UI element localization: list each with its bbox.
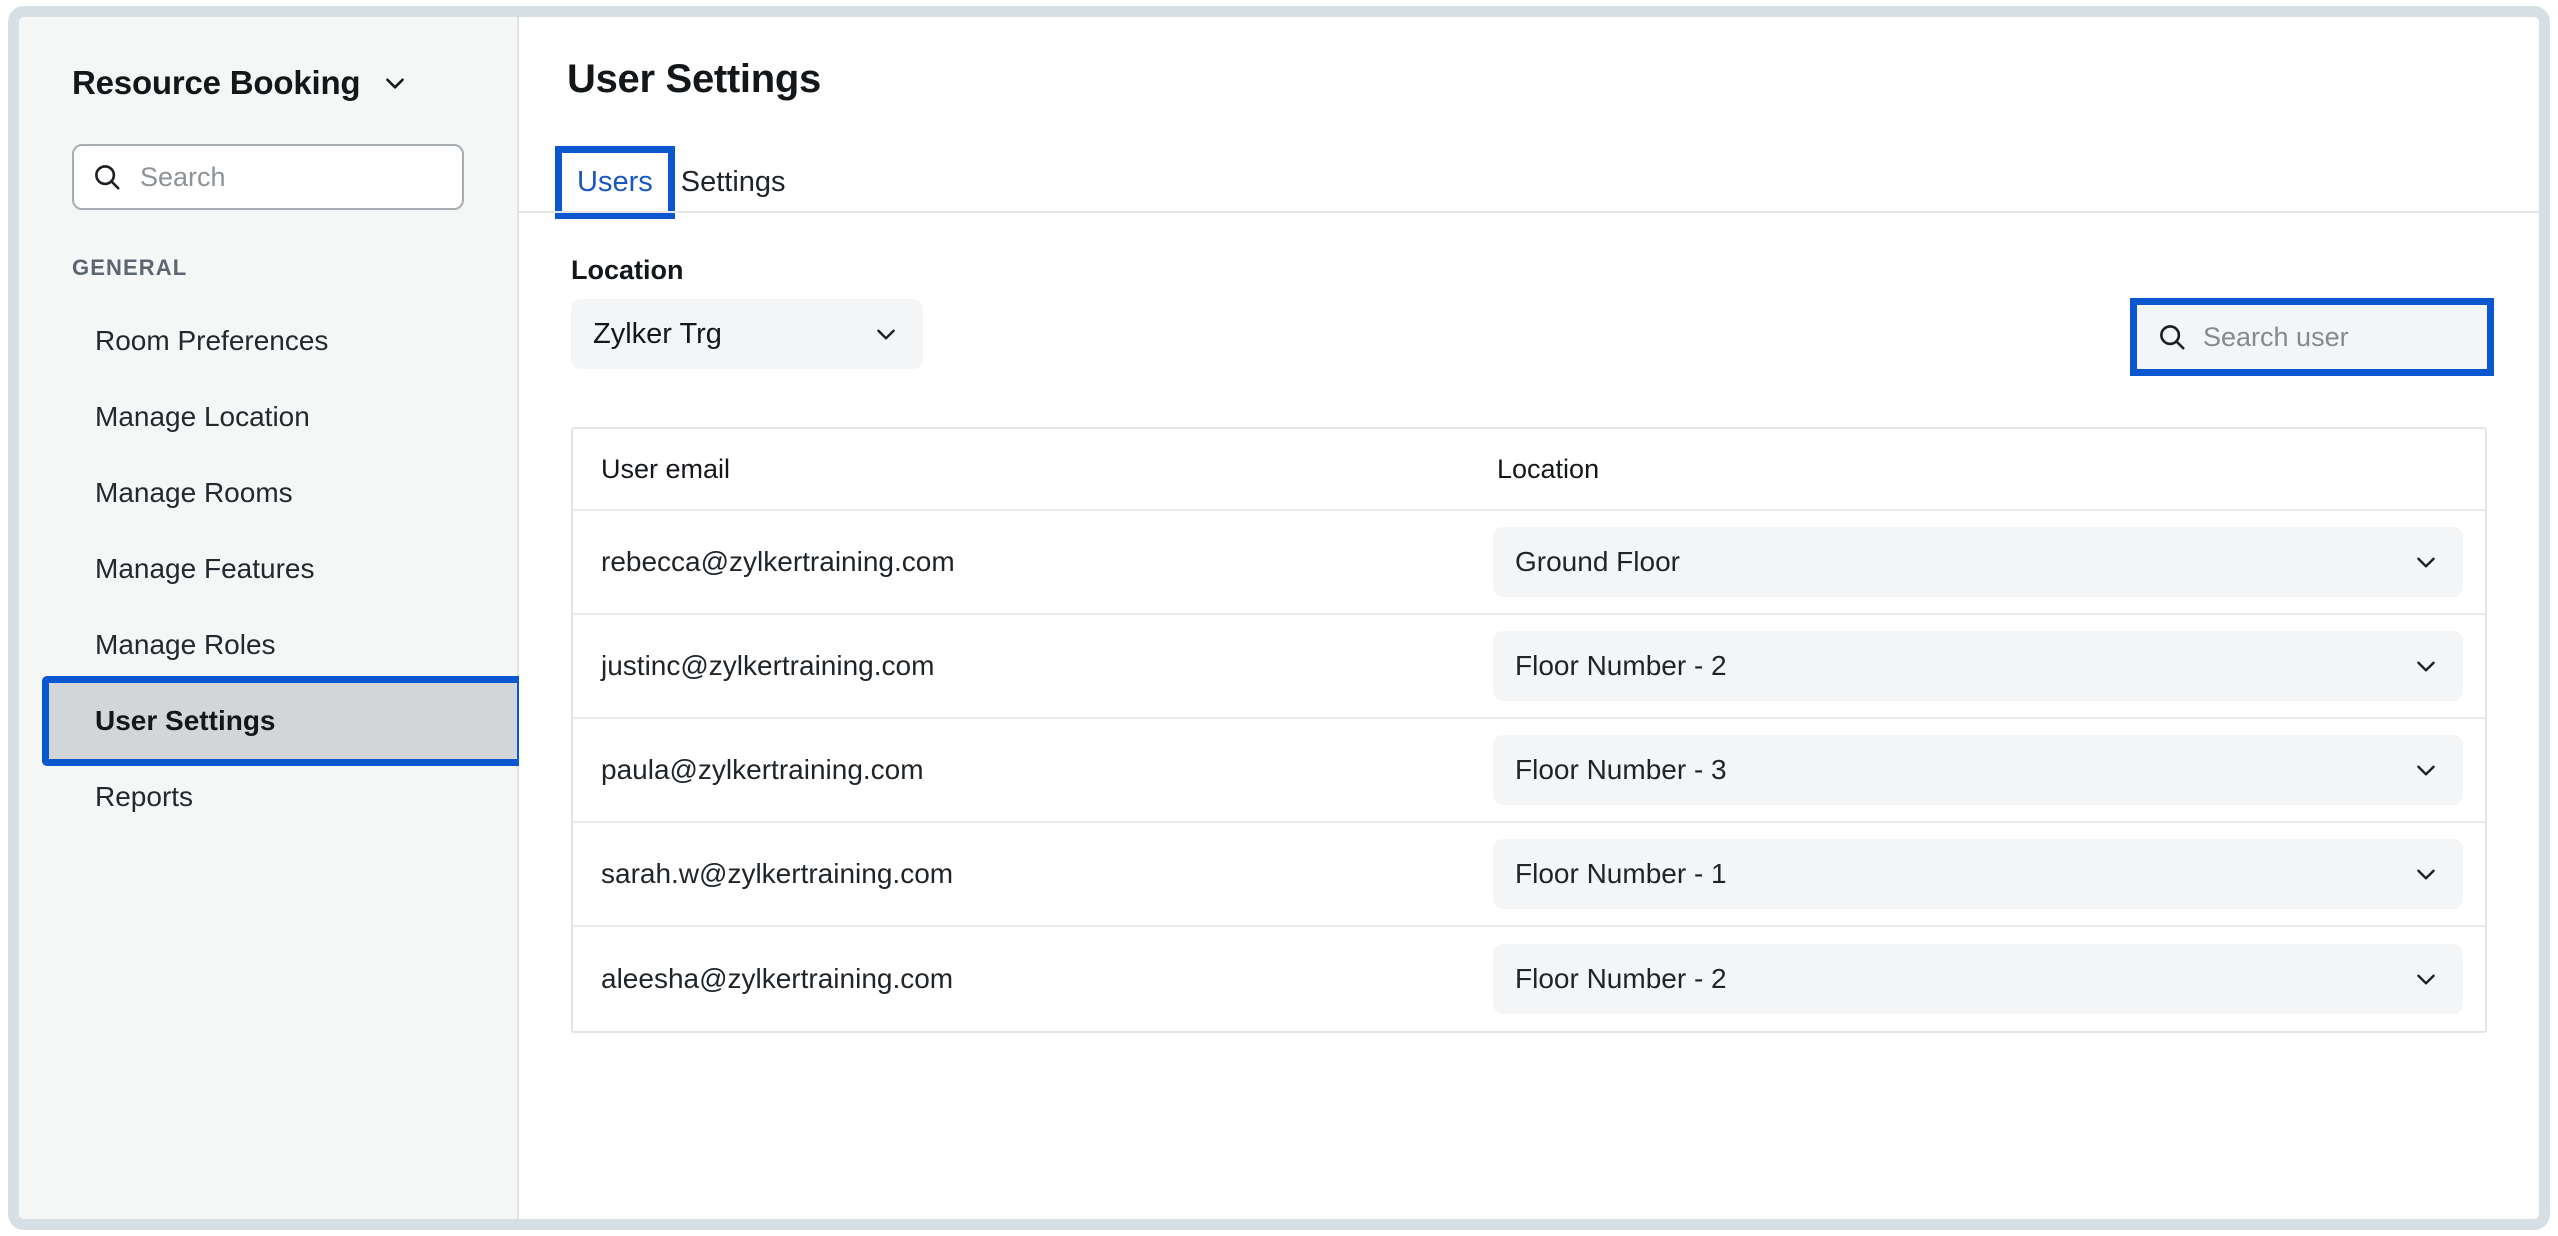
cell-user-email: rebecca@zylkertraining.com [601, 546, 955, 577]
row-location-select[interactable]: Floor Number - 3 [1493, 735, 2463, 805]
row-location-value: Floor Number - 2 [1515, 963, 1727, 994]
sidebar-item-reports[interactable]: Reports [19, 759, 517, 835]
cell-user-email: paula@zylkertraining.com [601, 754, 924, 785]
controls-row: Location Zylker Trg Search user [519, 255, 2539, 376]
row-location-select[interactable]: Floor Number - 2 [1493, 944, 2463, 1014]
chevron-down-icon [2413, 653, 2439, 679]
cell-location: Floor Number - 2 [1493, 944, 2485, 1014]
chevron-down-icon [873, 321, 899, 347]
cell-location: Floor Number - 1 [1493, 839, 2485, 909]
cell-location: Ground Floor [1493, 527, 2485, 597]
sidebar-item-room-preferences[interactable]: Room Preferences [19, 303, 517, 379]
search-icon [2157, 322, 2187, 352]
row-location-value: Floor Number - 1 [1515, 858, 1727, 889]
column-header-location: Location [1497, 453, 1600, 484]
column-header-user-email: User email [601, 453, 731, 484]
chevron-down-icon [2413, 966, 2439, 992]
table-row: justinc@zylkertraining.com Floor Number … [573, 615, 2485, 719]
sidebar-item-label: Manage Roles [95, 629, 276, 660]
table-row: rebecca@zylkertraining.com Ground Floor [573, 511, 2485, 615]
user-search-input[interactable]: Search user [2137, 305, 2487, 369]
table-header-row: User email Location [573, 429, 2485, 511]
page-title: User Settings [567, 57, 821, 101]
sidebar-nav: Room Preferences Manage Location Manage … [19, 303, 524, 835]
sidebar-item-label: Reports [95, 781, 194, 812]
cell-user-email: aleesha@zylkertraining.com [601, 963, 954, 994]
application-body: Resource Booking Search GENERAL Room Pre… [19, 17, 2539, 1219]
chevron-down-icon [2413, 861, 2439, 887]
sidebar-item-user-settings[interactable]: User Settings [42, 676, 524, 766]
sidebar-item-label: Room Preferences [95, 325, 329, 356]
sidebar-item-manage-features[interactable]: Manage Features [19, 531, 517, 607]
user-search-placeholder: Search user [2203, 321, 2349, 352]
table-row: aleesha@zylkertraining.com Floor Number … [573, 927, 2485, 1031]
tab-bar: Users Settings [519, 146, 2539, 219]
brand-title: Resource Booking [72, 64, 361, 101]
chevron-down-icon[interactable] [382, 70, 408, 96]
tab-users[interactable]: Users [555, 146, 675, 219]
tab-label: Users [577, 166, 653, 198]
users-table: User email Location rebecca@zylkertraini… [571, 427, 2487, 1033]
location-filter-group: Location Zylker Trg [571, 255, 923, 369]
row-location-select[interactable]: Floor Number - 1 [1493, 839, 2463, 909]
search-icon [92, 162, 122, 192]
row-location-value: Floor Number - 3 [1515, 754, 1727, 785]
cell-location: Floor Number - 3 [1493, 735, 2485, 805]
location-filter-select[interactable]: Zylker Trg [571, 299, 923, 369]
user-search-container: Search user [2130, 298, 2494, 376]
location-filter-label: Location [571, 255, 684, 285]
row-location-select[interactable]: Ground Floor [1493, 527, 2463, 597]
sidebar-item-label: Manage Rooms [95, 477, 293, 508]
main-content: User Settings Users Settings Location Zy… [519, 17, 2539, 1219]
chevron-down-icon [2413, 549, 2439, 575]
sidebar-item-label: Manage Features [95, 553, 315, 584]
sidebar-search-placeholder: Search [140, 161, 226, 192]
tab-label: Settings [680, 166, 786, 198]
cell-user-email: justinc@zylkertraining.com [601, 650, 935, 681]
chevron-down-icon [2413, 757, 2439, 783]
cell-user-email: sarah.w@zylkertraining.com [601, 858, 954, 889]
location-filter-value: Zylker Trg [593, 317, 722, 350]
sidebar-item-manage-roles[interactable]: Manage Roles [19, 607, 517, 683]
sidebar-section-label: GENERAL [72, 255, 188, 280]
row-location-select[interactable]: Floor Number - 2 [1493, 631, 2463, 701]
sidebar-item-label: User Settings [95, 705, 276, 736]
sidebar-item-manage-rooms[interactable]: Manage Rooms [19, 455, 517, 531]
sidebar-search-input[interactable]: Search [72, 144, 464, 210]
tab-settings[interactable]: Settings [667, 168, 800, 213]
sidebar-item-manage-location[interactable]: Manage Location [19, 379, 517, 455]
sidebar-item-label: Manage Location [95, 401, 310, 432]
table-row: paula@zylkertraining.com Floor Number - … [573, 719, 2485, 823]
sidebar: Resource Booking Search GENERAL Room Pre… [19, 17, 524, 1219]
brand-selector[interactable]: Resource Booking [19, 55, 517, 111]
row-location-value: Ground Floor [1515, 546, 1680, 577]
cell-location: Floor Number - 2 [1493, 631, 2485, 701]
row-location-value: Floor Number - 2 [1515, 650, 1727, 681]
table-row: sarah.w@zylkertraining.com Floor Number … [573, 823, 2485, 927]
application-window: Resource Booking Search GENERAL Room Pre… [8, 6, 2550, 1230]
